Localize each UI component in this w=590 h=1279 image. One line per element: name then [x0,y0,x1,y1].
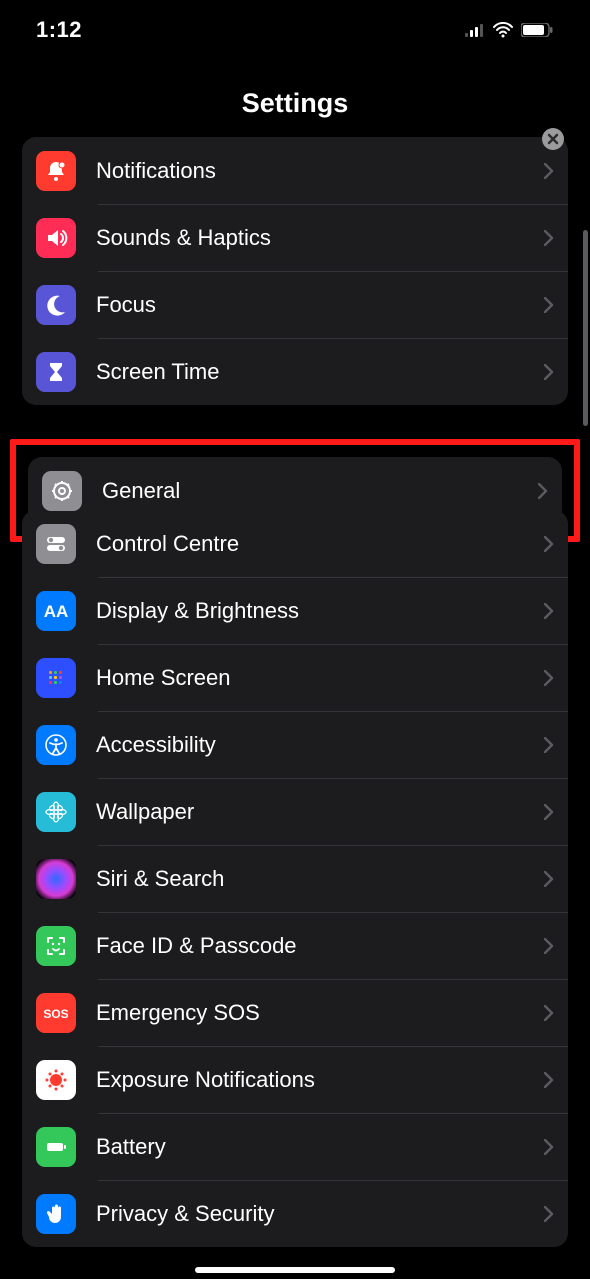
chevron-right-icon [544,1139,554,1155]
row-accessibility[interactable]: Accessibility [22,711,568,778]
chevron-right-icon [544,163,554,179]
exposure-icon [36,1060,76,1100]
row-privacy[interactable]: Privacy & Security [22,1180,568,1247]
hourglass-icon [36,352,76,392]
chevron-right-icon [544,871,554,887]
chevron-right-icon [544,804,554,820]
page-header: Settings [0,60,590,137]
row-wallpaper[interactable]: Wallpaper [22,778,568,845]
battery-icon [521,23,554,37]
row-siri[interactable]: Siri & Search [22,845,568,912]
siri-icon [36,859,76,899]
hand-icon [36,1194,76,1234]
row-label: Notifications [96,158,544,184]
row-label: Siri & Search [96,866,544,892]
accessibility-icon [36,725,76,765]
row-label: Control Centre [96,531,544,557]
chevron-right-icon [544,364,554,380]
row-label: Exposure Notifications [96,1067,544,1093]
row-battery[interactable]: Battery [22,1113,568,1180]
chevron-right-icon [538,483,548,499]
face-icon [36,926,76,966]
chevron-right-icon [544,670,554,686]
close-button[interactable] [542,128,564,150]
status-icons [465,22,554,38]
row-label: Screen Time [96,359,544,385]
row-label: Sounds & Haptics [96,225,544,251]
row-label: Emergency SOS [96,1000,544,1026]
grid-icon [36,658,76,698]
page-title: Settings [0,88,590,119]
chevron-right-icon [544,230,554,246]
chevron-right-icon [544,297,554,313]
moon-icon [36,285,76,325]
settings-screen: 1:12 Settings Notifications Sounds & Hap… [0,0,590,1279]
row-display[interactable]: Display & Brightness [22,577,568,644]
row-label: Display & Brightness [96,598,544,624]
row-label: Battery [96,1134,544,1160]
signal-icon [465,23,485,37]
close-icon [546,132,560,146]
chevron-right-icon [544,938,554,954]
row-exposure[interactable]: Exposure Notifications [22,1046,568,1113]
chevron-right-icon [544,1005,554,1021]
row-label: Accessibility [96,732,544,758]
settings-group-2: Control Centre Display & Brightness Home… [22,510,568,1247]
bell-icon [36,151,76,191]
row-screentime[interactable]: Screen Time [22,338,568,405]
home-indicator[interactable] [195,1267,395,1273]
status-time: 1:12 [36,17,82,43]
row-sounds[interactable]: Sounds & Haptics [22,204,568,271]
chevron-right-icon [544,603,554,619]
battery-icon [36,1127,76,1167]
wifi-icon [493,22,513,38]
sos-icon [36,993,76,1033]
row-notifications[interactable]: Notifications [22,137,568,204]
row-focus[interactable]: Focus [22,271,568,338]
chevron-right-icon [544,536,554,552]
row-label: Face ID & Passcode [96,933,544,959]
settings-group-1: Notifications Sounds & Haptics Focus Scr… [22,137,568,405]
row-sos[interactable]: Emergency SOS [22,979,568,1046]
row-label: Wallpaper [96,799,544,825]
row-label: Home Screen [96,665,544,691]
row-homescreen[interactable]: Home Screen [22,644,568,711]
row-label: Privacy & Security [96,1201,544,1227]
chevron-right-icon [544,1206,554,1222]
toggles-icon [36,524,76,564]
row-label: Focus [96,292,544,318]
status-bar: 1:12 [0,0,590,60]
row-faceid[interactable]: Face ID & Passcode [22,912,568,979]
scroll-indicator[interactable] [583,230,588,426]
gear-icon [42,471,82,511]
row-label: General [102,478,538,504]
flower-icon [36,792,76,832]
chevron-right-icon [544,737,554,753]
chevron-right-icon [544,1072,554,1088]
speaker-icon [36,218,76,258]
row-controlcentre[interactable]: Control Centre [22,510,568,577]
aa-icon [36,591,76,631]
